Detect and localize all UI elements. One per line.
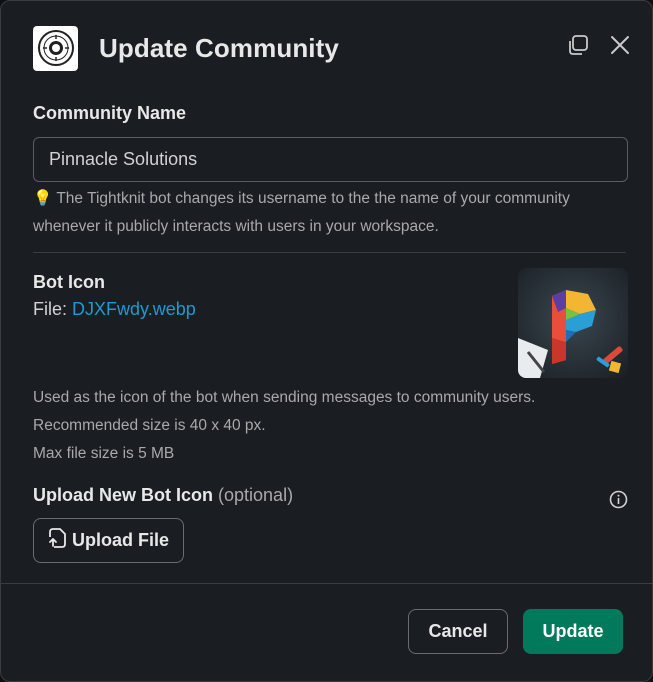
upload-title-text: Upload New Bot Icon <box>33 485 213 505</box>
community-name-hint: 💡 The Tightknit bot changes its username… <box>33 185 623 241</box>
upload-file-label: Upload File <box>71 530 169 550</box>
bot-icon-file: File: DJXFwdy.webp <box>33 299 196 320</box>
community-name-input[interactable] <box>33 137 628 182</box>
bot-icon-preview <box>518 268 628 378</box>
community-name-label: Community Name <box>33 103 187 123</box>
optional-tag: (optional) <box>218 485 294 505</box>
cancel-button[interactable]: Cancel <box>408 609 508 654</box>
dialog-title: Update Community <box>99 32 339 63</box>
description-line: Recommended size is 40 x 40 px. <box>33 417 266 434</box>
bot-icon-label: Bot Icon <box>33 272 105 292</box>
upload-file-button[interactable]: Upload File <box>33 518 184 563</box>
file-prefix: File: <box>33 299 73 319</box>
popout-icon[interactable] <box>566 33 590 57</box>
update-community-dialog: Update Community Community Name 💡 The Ti… <box>0 0 653 682</box>
footer-divider <box>1 583 652 584</box>
description-line: Used as the icon of the bot when sending… <box>33 389 536 406</box>
close-icon[interactable] <box>608 33 632 57</box>
info-icon[interactable] <box>609 490 628 509</box>
update-button[interactable]: Update <box>523 609 623 654</box>
upload-file-icon <box>48 528 66 553</box>
community-seal-icon <box>33 25 78 71</box>
lightbulb-icon: 💡 <box>33 190 53 207</box>
dialog-header: Update Community <box>33 25 632 71</box>
bot-icon-description: Used as the icon of the bot when sending… <box>33 384 535 468</box>
hint-text: The Tightknit bot changes its username t… <box>33 190 570 235</box>
upload-bot-icon-label: Upload New Bot Icon (optional) <box>33 485 293 506</box>
section-divider <box>33 252 626 253</box>
bot-icon-file-link[interactable]: DJXFwdy.webp <box>72 299 196 319</box>
description-line: Max file size is 5 MB <box>33 445 175 462</box>
